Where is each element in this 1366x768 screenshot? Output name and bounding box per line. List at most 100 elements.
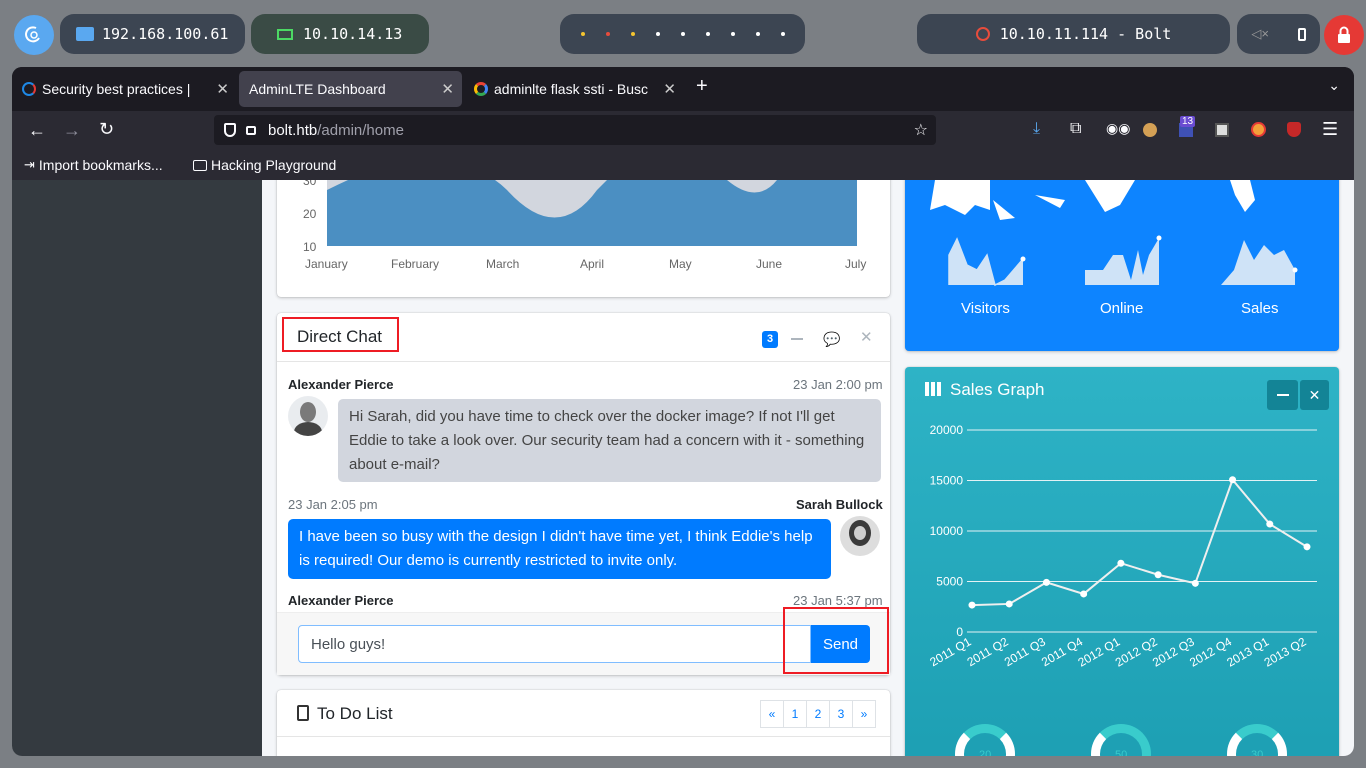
workspace-dot[interactable] (655, 32, 660, 36)
collapse-button[interactable] (1267, 380, 1298, 410)
avatar (840, 516, 880, 556)
sales-data-point[interactable] (1303, 543, 1311, 551)
todo-title: To Do List (317, 704, 393, 723)
tab-adminlte[interactable]: AdminLTE Dashboard ✕ (239, 71, 462, 107)
sales-data-point[interactable] (968, 601, 976, 609)
ublock-icon[interactable] (1287, 122, 1301, 137)
message-input[interactable] (298, 625, 811, 663)
message-author: Alexander Pierce (288, 377, 394, 392)
workspace-switcher[interactable] (560, 14, 805, 54)
visitors-map-card: Visitors Online Sales (905, 180, 1339, 351)
sales-graph-title: Sales Graph (950, 380, 1045, 399)
extension-cookie-icon[interactable] (1143, 123, 1157, 137)
sales-data-point[interactable] (1080, 590, 1088, 598)
table-grid-icon (925, 382, 941, 396)
workspace-dot[interactable] (730, 32, 735, 36)
sales-data-point[interactable] (1117, 559, 1125, 567)
target-pill[interactable]: 10.10.11.114 - Bolt (917, 14, 1230, 54)
sales-data-point[interactable] (1005, 600, 1013, 608)
close-icon[interactable]: ✕ (216, 80, 229, 98)
y-tick-label: 5000 (936, 575, 963, 589)
extension-glasses-icon[interactable]: ◉◉ (1106, 120, 1130, 137)
google-icon (474, 82, 488, 96)
debian-icon (25, 26, 40, 43)
url-bar[interactable]: bolt.htb/admin/home ☆ (214, 115, 936, 145)
battery-icon[interactable] (1297, 27, 1306, 41)
workspace-dot[interactable] (680, 32, 685, 36)
knob-value: 50 (1115, 749, 1128, 756)
close-icon[interactable]: ✕ (663, 80, 676, 98)
chat-badge: 3 (762, 331, 778, 348)
bookmark-label: Import bookmarks... (38, 157, 163, 173)
vpn-ip-pill[interactable]: 10.10.14.13 (251, 14, 429, 54)
workspace-dot[interactable] (605, 32, 610, 36)
tab-label: AdminLTE Dashboard (249, 81, 386, 97)
sales-data-point[interactable] (1042, 578, 1050, 586)
sparkline-online (1085, 235, 1162, 285)
bookmark-folder[interactable]: Hacking Playground (193, 157, 336, 173)
close-icon: ✕ (1308, 387, 1321, 403)
mute-icon[interactable]: ◁× (1251, 26, 1269, 42)
avatar (288, 396, 328, 436)
minimize-icon[interactable] (791, 338, 803, 340)
todo-card: To Do List « 1 2 3 » (277, 690, 890, 756)
sales-data-point[interactable] (1266, 520, 1274, 528)
x-tick-label: 2013 Q2 (1262, 634, 1309, 669)
sparkline-sales (1221, 240, 1298, 285)
close-icon[interactable]: ✕ (860, 328, 873, 346)
page-prev[interactable]: « (760, 700, 784, 728)
message-time: 23 Jan 5:37 pm (793, 593, 883, 608)
extension-badge-count: 13 (1180, 116, 1196, 127)
comments-icon[interactable]: 💬 (823, 331, 840, 348)
back-icon[interactable]: ← (28, 120, 46, 141)
browser-window: Security best practices | ✕ AdminLTE Das… (12, 67, 1354, 756)
x-tick: February (391, 257, 440, 271)
folder-icon (193, 159, 207, 171)
workspace-dot[interactable] (780, 32, 785, 36)
sales-series-line (971, 477, 1308, 607)
extension-no-icon[interactable] (1251, 122, 1266, 137)
sparkline-label: Visitors (961, 300, 1010, 317)
local-ip-pill[interactable]: 192.168.100.61 (60, 14, 245, 54)
page-next[interactable]: » (852, 700, 876, 728)
target-text: 10.10.11.114 - Bolt (999, 25, 1172, 43)
system-tray[interactable]: ◁× (1237, 14, 1320, 54)
page-2[interactable]: 2 (806, 700, 830, 728)
power-button[interactable] (1324, 15, 1364, 55)
extensions-icon[interactable]: ⧉ (1070, 120, 1081, 138)
workspace-dot[interactable] (705, 32, 710, 36)
forward-icon[interactable]: → (63, 120, 81, 141)
area-chart (327, 180, 857, 246)
sales-data-point[interactable] (1154, 571, 1162, 579)
message-time: 23 Jan 2:00 pm (793, 377, 883, 392)
sales-data-point[interactable] (1191, 579, 1199, 587)
tab-favicon-icon (22, 82, 36, 96)
sales-data-point[interactable] (1229, 476, 1237, 484)
page-3[interactable]: 3 (829, 700, 853, 728)
close-icon[interactable]: ✕ (441, 80, 454, 98)
tab-security[interactable]: Security best practices | ✕ (12, 71, 237, 107)
workspace-dot[interactable] (630, 32, 635, 36)
workspace-dot[interactable] (755, 32, 760, 36)
shield-icon[interactable] (224, 123, 236, 137)
os-menu-button[interactable] (14, 15, 54, 55)
page-1[interactable]: 1 (783, 700, 807, 728)
url-path: /admin/home (317, 121, 404, 139)
bookmarks-bar: ⇥ Import bookmarks... Hacking Playground (12, 153, 1354, 180)
new-tab-button[interactable]: + (696, 75, 708, 98)
lock-icon[interactable] (246, 125, 256, 135)
bookmark-star-icon[interactable]: ☆ (914, 120, 928, 140)
downloads-icon[interactable]: ⤓ (1033, 120, 1040, 138)
tab-google-search[interactable]: adminlte flask ssti - Busc ✕ (464, 71, 684, 107)
message-time: 23 Jan 2:05 pm (288, 497, 378, 512)
remove-button[interactable]: ✕ (1300, 380, 1329, 410)
bookmark-import[interactable]: ⇥ Import bookmarks... (24, 157, 163, 173)
y-tick-label: 10000 (930, 524, 964, 538)
pagination: « 1 2 3 » (760, 700, 876, 728)
reload-icon[interactable]: ↻ (99, 119, 114, 140)
tab-list-button[interactable]: ⌄ (1328, 77, 1340, 94)
menu-icon[interactable]: ☰ (1322, 119, 1338, 140)
x-tick: July (845, 257, 867, 271)
workspace-dot[interactable] (580, 32, 585, 36)
extension-pin-icon[interactable] (1215, 123, 1229, 137)
